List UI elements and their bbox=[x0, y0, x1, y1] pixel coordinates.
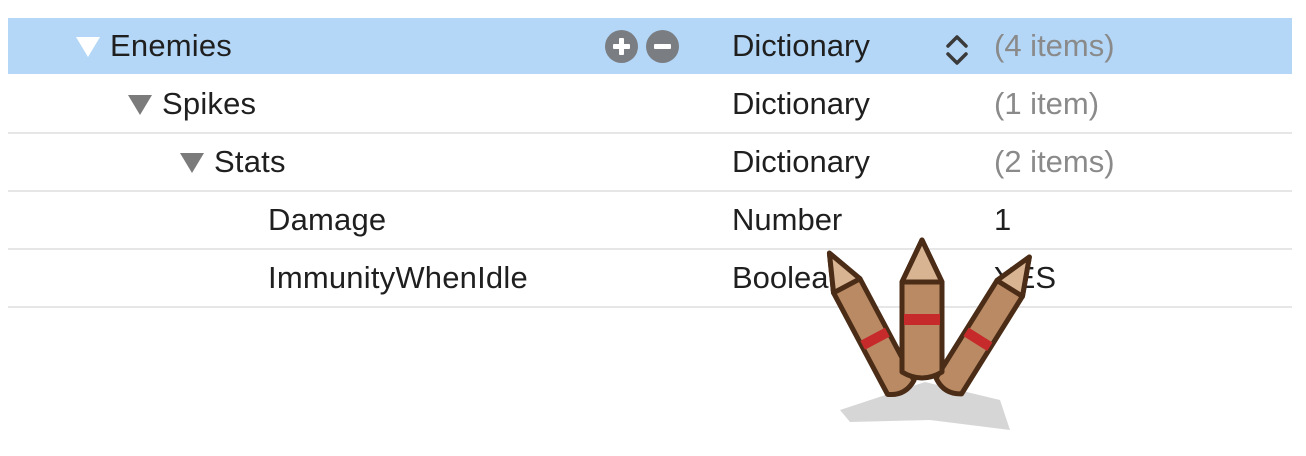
plist-type-cell[interactable]: Dictionary bbox=[732, 134, 870, 190]
remove-item-button[interactable] bbox=[646, 30, 679, 63]
plist-key-cell: Enemies bbox=[76, 18, 232, 74]
plist-key-label[interactable]: ImmunityWhenIdle bbox=[268, 260, 528, 296]
minus-circle-icon bbox=[654, 44, 671, 49]
type-stepper-icon[interactable] bbox=[942, 32, 972, 68]
plist-row-immunity-when-idle[interactable]: ImmunityWhenIdle Boolean YES bbox=[8, 250, 1292, 308]
plist-row-enemies[interactable]: Enemies Dictionary (4 items) bbox=[8, 18, 1292, 76]
property-list-editor: Enemies Dictionary (4 items) Spikes Dict… bbox=[8, 18, 1292, 308]
plist-type-cell[interactable]: Dictionary bbox=[732, 76, 870, 132]
plist-value-cell: (1 item) bbox=[994, 86, 1100, 121]
plist-key-label[interactable]: Enemies bbox=[110, 28, 232, 64]
plist-key-label[interactable]: Stats bbox=[214, 144, 286, 180]
plist-row-stats[interactable]: Stats Dictionary (2 items) bbox=[8, 134, 1292, 192]
disclosure-triangle-icon[interactable] bbox=[76, 37, 100, 57]
disclosure-triangle-icon[interactable] bbox=[128, 95, 152, 115]
plist-key-label[interactable]: Damage bbox=[268, 202, 386, 238]
row-actions bbox=[605, 30, 679, 63]
plist-value-cell: (4 items) bbox=[994, 28, 1115, 63]
plist-row-damage[interactable]: Damage Number 1 bbox=[8, 192, 1292, 250]
add-item-button[interactable] bbox=[605, 30, 638, 63]
plist-key-cell: ImmunityWhenIdle bbox=[268, 250, 528, 306]
plist-key-cell: Spikes bbox=[128, 76, 256, 132]
plist-row-spikes[interactable]: Spikes Dictionary (1 item) bbox=[8, 76, 1292, 134]
plist-value-cell: (2 items) bbox=[994, 144, 1115, 179]
plist-key-label[interactable]: Spikes bbox=[162, 86, 256, 122]
plist-key-cell: Damage bbox=[268, 192, 386, 248]
wooden-spikes-icon bbox=[826, 237, 1032, 430]
plist-key-cell: Stats bbox=[180, 134, 286, 190]
disclosure-triangle-icon[interactable] bbox=[180, 153, 204, 173]
plist-type-cell[interactable]: Dictionary bbox=[732, 18, 870, 74]
